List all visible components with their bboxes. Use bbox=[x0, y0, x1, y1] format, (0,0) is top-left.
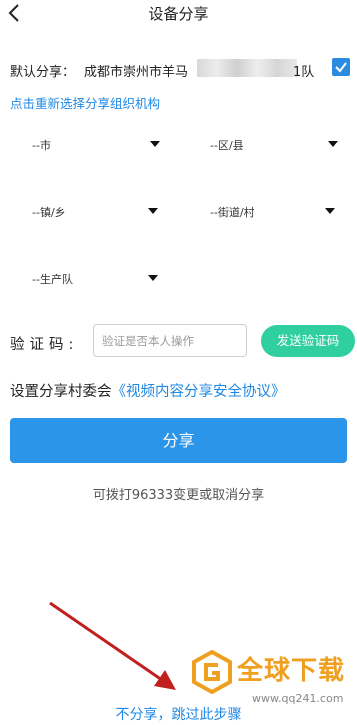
agreement-link[interactable]: 《视频内容分享安全协议》 bbox=[112, 384, 286, 400]
street-select[interactable]: --街道/村 bbox=[210, 201, 340, 221]
page-title: 设备分享 bbox=[148, 5, 209, 23]
team-select-label: --生产队 bbox=[32, 273, 73, 286]
town-select[interactable]: --镇/乡 bbox=[32, 201, 162, 221]
caret-down-icon bbox=[148, 275, 158, 281]
redacted-blur bbox=[197, 59, 297, 77]
send-code-button[interactable]: 发送验证码 bbox=[261, 325, 355, 357]
watermark-logo-icon bbox=[192, 650, 232, 694]
header-bar: 设备分享 bbox=[0, 0, 357, 28]
default-share-value: 成都市崇州市羊马 bbox=[84, 65, 189, 80]
reselect-organization-link[interactable]: 点击重新选择分享组织机构 bbox=[10, 93, 160, 112]
city-select[interactable]: --市 bbox=[32, 134, 162, 154]
check-icon bbox=[335, 62, 347, 73]
hint-text: 可拨打96333变更或取消分享 bbox=[92, 488, 265, 503]
verification-code-label: 验证码: bbox=[10, 337, 79, 353]
default-share-checkbox[interactable] bbox=[332, 58, 350, 76]
committee-row: 设置分享村委会《视频内容分享安全协议》 bbox=[10, 380, 286, 401]
caret-down-icon bbox=[328, 141, 338, 147]
town-select-label: --镇/乡 bbox=[32, 206, 66, 219]
share-button[interactable]: 分享 bbox=[10, 418, 347, 463]
default-share-label: 默认分享： bbox=[10, 65, 76, 80]
caret-down-icon bbox=[150, 141, 160, 147]
team-select[interactable]: --生产队 bbox=[32, 268, 162, 288]
caret-down-icon bbox=[148, 208, 158, 214]
default-share-row: 默认分享： 成都市崇州市羊马 1队 bbox=[10, 58, 350, 80]
verification-code-input[interactable] bbox=[93, 324, 247, 357]
watermark-text: 全球下载 bbox=[237, 656, 346, 686]
street-select-label: --街道/村 bbox=[210, 206, 255, 219]
caret-down-icon bbox=[325, 208, 335, 214]
district-select-label: --区/县 bbox=[210, 139, 244, 152]
watermark: 全球下载 www.qq241.com bbox=[190, 646, 355, 712]
default-share-value-suffix: 1队 bbox=[293, 65, 315, 80]
skip-step-link[interactable]: 不分享，跳过此步骤 bbox=[0, 704, 357, 724]
district-select[interactable]: --区/县 bbox=[210, 134, 340, 154]
city-select-label: --市 bbox=[32, 139, 51, 152]
committee-label: 设置分享村委会 bbox=[10, 384, 112, 400]
